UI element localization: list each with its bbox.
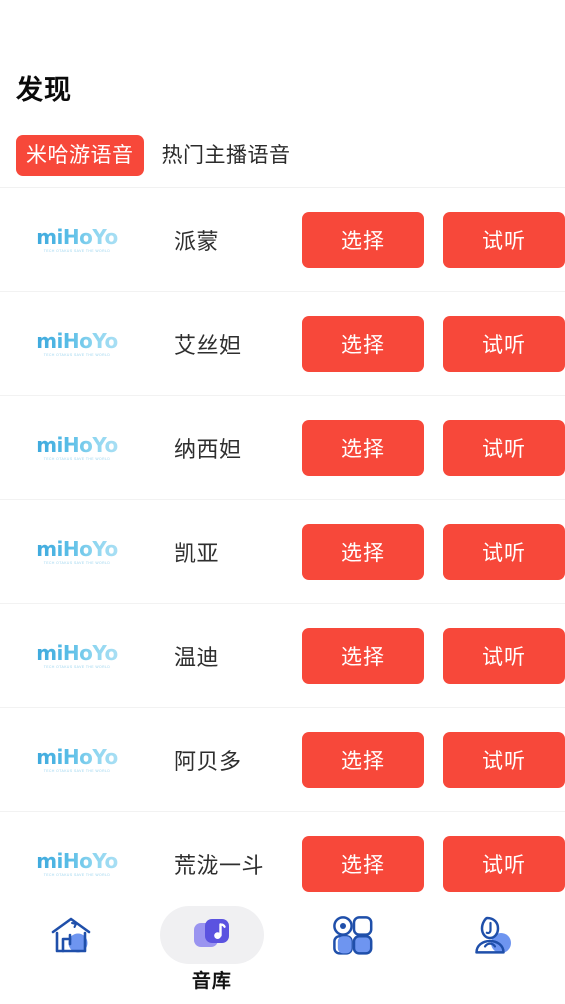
select-button[interactable]: 选择	[302, 628, 424, 684]
mihoyo-logo-hoyo: HoYo	[62, 537, 118, 561]
mihoyo-logo: miHoYo TECH OTAKUS SAVE THE WORLD	[22, 331, 132, 357]
nav-item-music-library[interactable]: 音库	[141, 906, 282, 993]
preview-button[interactable]: 试听	[443, 836, 565, 892]
row-actions: 选择 试听	[302, 420, 565, 476]
select-button[interactable]: 选择	[302, 420, 424, 476]
mihoyo-logo: miHoYo TECH OTAKUS SAVE THE WORLD	[22, 435, 132, 461]
list-item[interactable]: miHoYo TECH OTAKUS SAVE THE WORLD 纳西妲 选择…	[0, 396, 565, 500]
mihoyo-logo-hoyo: HoYo	[62, 433, 118, 457]
preview-button[interactable]: 试听	[443, 524, 565, 580]
row-actions: 选择 试听	[302, 524, 565, 580]
voice-name: 纳西妲	[174, 437, 242, 462]
row-actions: 选择 试听	[302, 836, 565, 892]
select-button[interactable]: 选择	[302, 732, 424, 788]
mihoyo-logo-mi: mi	[36, 745, 63, 769]
mihoyo-logo-wordmark: miHoYo	[36, 851, 118, 871]
nav-label-music-library: 音库	[191, 971, 232, 992]
bottom-navigation: 音库	[0, 898, 565, 1004]
mihoyo-logo: miHoYo TECH OTAKUS SAVE THE WORLD	[22, 227, 132, 253]
mihoyo-logo-tagline: TECH OTAKUS SAVE THE WORLD	[43, 665, 111, 669]
voice-name: 阿贝多	[174, 749, 242, 774]
mihoyo-logo-wordmark: miHoYo	[36, 227, 118, 247]
mihoyo-logo-hoyo: HoYo	[62, 225, 118, 249]
voice-list[interactable]: miHoYo TECH OTAKUS SAVE THE WORLD 派蒙 选择 …	[0, 188, 565, 898]
row-actions: 选择 试听	[302, 628, 565, 684]
mihoyo-logo-wordmark: miHoYo	[36, 331, 118, 351]
voice-name: 艾丝妲	[174, 333, 242, 358]
mihoyo-logo-wordmark: miHoYo	[36, 747, 118, 767]
mihoyo-logo: miHoYo TECH OTAKUS SAVE THE WORLD	[22, 539, 132, 565]
row-actions: 选择 试听	[302, 316, 565, 372]
preview-button[interactable]: 试听	[443, 628, 565, 684]
mihoyo-logo-wordmark: miHoYo	[36, 435, 118, 455]
tab-strip: 米哈游语音 热门主播语音	[0, 122, 565, 188]
mihoyo-logo: miHoYo TECH OTAKUS SAVE THE WORLD	[22, 747, 132, 773]
nav-item-home[interactable]	[0, 906, 141, 966]
mihoyo-logo-hoyo: HoYo	[62, 849, 118, 873]
nav-item-profile[interactable]	[424, 906, 565, 966]
mihoyo-logo-tagline: TECH OTAKUS SAVE THE WORLD	[43, 249, 111, 253]
select-button[interactable]: 选择	[302, 316, 424, 372]
row-actions: 选择 试听	[302, 732, 565, 788]
nav-item-apps[interactable]	[283, 906, 424, 966]
mihoyo-logo: miHoYo TECH OTAKUS SAVE THE WORLD	[22, 851, 132, 877]
list-item[interactable]: miHoYo TECH OTAKUS SAVE THE WORLD 阿贝多 选择…	[0, 708, 565, 812]
select-button[interactable]: 选择	[302, 836, 424, 892]
mihoyo-logo-tagline: TECH OTAKUS SAVE THE WORLD	[43, 769, 111, 773]
list-item[interactable]: miHoYo TECH OTAKUS SAVE THE WORLD 凯亚 选择 …	[0, 500, 565, 604]
voice-name: 凯亚	[174, 541, 220, 566]
mihoyo-logo-mi: mi	[36, 537, 63, 561]
mihoyo-logo-mi: mi	[36, 225, 63, 249]
mihoyo-logo-mi: mi	[36, 641, 63, 665]
mihoyo-logo-wordmark: miHoYo	[36, 539, 118, 559]
mihoyo-logo-tagline: TECH OTAKUS SAVE THE WORLD	[43, 457, 111, 461]
mihoyo-logo-hoyo: HoYo	[62, 329, 118, 353]
voice-name: 温迪	[174, 645, 220, 670]
list-item[interactable]: miHoYo TECH OTAKUS SAVE THE WORLD 派蒙 选择 …	[0, 188, 565, 292]
preview-button[interactable]: 试听	[443, 316, 565, 372]
mihoyo-logo-tagline: TECH OTAKUS SAVE THE WORLD	[43, 561, 111, 565]
music-library-icon	[159, 906, 264, 964]
select-button[interactable]: 选择	[302, 524, 424, 580]
page-title: 发现	[16, 75, 72, 105]
preview-button[interactable]: 试听	[443, 420, 565, 476]
profile-icon	[424, 906, 565, 964]
voice-name: 派蒙	[174, 229, 220, 254]
home-icon	[0, 906, 141, 964]
mihoyo-logo: miHoYo TECH OTAKUS SAVE THE WORLD	[22, 643, 132, 669]
tab-mihoyo-voice[interactable]: 米哈游语音	[16, 134, 144, 176]
list-item[interactable]: miHoYo TECH OTAKUS SAVE THE WORLD 荒泷一斗 选…	[0, 812, 565, 898]
mihoyo-logo-hoyo: HoYo	[62, 641, 118, 665]
mihoyo-logo-wordmark: miHoYo	[36, 643, 118, 663]
tab-popular-streamer-voice[interactable]: 热门主播语音	[152, 135, 301, 176]
mihoyo-logo-tagline: TECH OTAKUS SAVE THE WORLD	[43, 873, 111, 877]
mihoyo-logo-hoyo: HoYo	[62, 745, 118, 769]
mihoyo-logo-mi: mi	[36, 433, 63, 457]
voice-name: 荒泷一斗	[174, 853, 265, 878]
grid-apps-icon	[283, 906, 424, 964]
mihoyo-logo-mi: mi	[36, 849, 63, 873]
mihoyo-logo-mi: mi	[36, 329, 63, 353]
list-item[interactable]: miHoYo TECH OTAKUS SAVE THE WORLD 艾丝妲 选择…	[0, 292, 565, 396]
preview-button[interactable]: 试听	[443, 212, 565, 268]
list-item[interactable]: miHoYo TECH OTAKUS SAVE THE WORLD 温迪 选择 …	[0, 604, 565, 708]
preview-button[interactable]: 试听	[443, 732, 565, 788]
mihoyo-logo-tagline: TECH OTAKUS SAVE THE WORLD	[43, 353, 111, 357]
row-actions: 选择 试听	[302, 212, 565, 268]
select-button[interactable]: 选择	[302, 212, 424, 268]
